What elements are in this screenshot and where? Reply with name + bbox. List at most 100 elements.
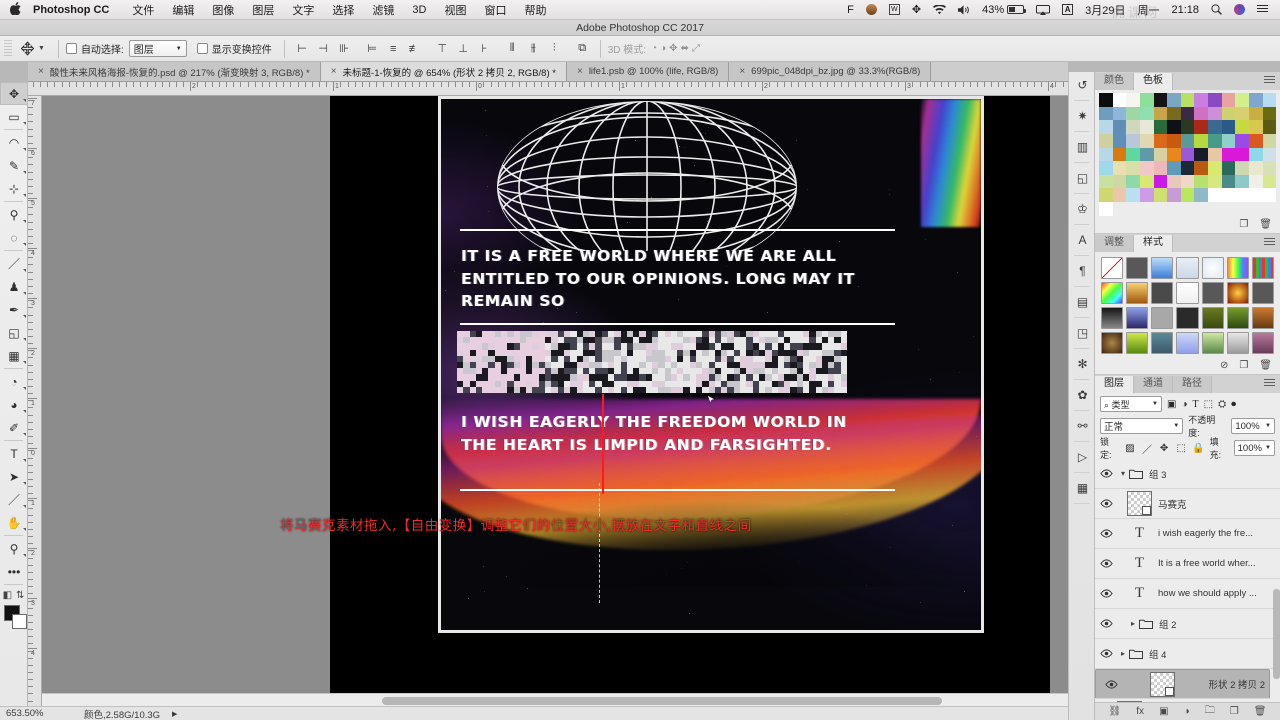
color-swatch[interactable] <box>1126 133 1140 148</box>
style-preset[interactable] <box>1251 332 1274 355</box>
color-swatch[interactable] <box>1139 93 1154 107</box>
menu-layer[interactable]: 图层 <box>243 2 283 18</box>
menu-3d[interactable]: 3D <box>403 4 435 16</box>
canvas-area[interactable]: IT IS A FREE WORLD WHERE WE ARE ALL ENTI… <box>42 96 1068 706</box>
style-preset[interactable] <box>1176 332 1199 355</box>
distribute-right-icon[interactable]: ⫶ <box>545 39 564 59</box>
distribute-vertical-center-icon[interactable]: ⊥ <box>454 39 473 59</box>
tab-color[interactable]: 颜色 <box>1095 73 1134 90</box>
color-swatch[interactable] <box>1262 174 1277 189</box>
eyedropper-tool[interactable]: ⚲ <box>0 203 28 226</box>
color-swatch[interactable] <box>1139 188 1154 202</box>
color-swatch[interactable] <box>1248 174 1263 189</box>
color-swatch[interactable] <box>1167 188 1181 202</box>
new-swatch-icon[interactable]: ❐ <box>1239 219 1248 230</box>
clear-style-icon[interactable]: ⊘ <box>1220 360 1228 371</box>
color-swatch[interactable] <box>1112 147 1127 162</box>
menu-view[interactable]: 视图 <box>435 2 475 18</box>
brush-presets-panel-icon[interactable]: ✿ <box>1069 382 1096 408</box>
style-preset[interactable] <box>1226 281 1249 304</box>
gradient-tool[interactable]: ▦ <box>0 344 28 367</box>
apple-menu-icon[interactable] <box>0 2 33 17</box>
tab-swatches[interactable]: 色板 <box>1134 73 1173 90</box>
red-guide-line[interactable] <box>602 394 604 494</box>
color-swatch[interactable] <box>1139 161 1154 175</box>
blend-mode-dropdown[interactable]: 正常 ▼ <box>1100 418 1184 435</box>
color-swatch[interactable] <box>1126 174 1140 189</box>
lock-all-icon[interactable]: 🔒 <box>1192 442 1204 455</box>
lock-artboard-icon[interactable]: ⬚ <box>1175 442 1187 455</box>
zoom-level-field[interactable]: 653.50% <box>6 708 76 719</box>
layer-row[interactable]: 马赛克 <box>1095 489 1280 520</box>
menu-type[interactable]: 文字 <box>283 2 323 18</box>
color-swatch[interactable] <box>1167 161 1181 175</box>
path-selection-tool[interactable]: ➤ <box>0 465 28 488</box>
new-group-icon[interactable]: 🗀 <box>1205 703 1215 720</box>
filter-pixel-icon[interactable]: ▣ <box>1167 399 1176 410</box>
style-preset[interactable] <box>1251 256 1274 279</box>
color-swatch[interactable] <box>1126 120 1140 134</box>
layer-thumbnail[interactable] <box>1149 671 1175 697</box>
quick-mask-icon[interactable]: ◧ <box>3 590 12 601</box>
color-swatch[interactable] <box>1167 120 1181 134</box>
headline-text-2[interactable]: I WISH EAGERLY THE FREEDOM WORLD IN THE … <box>461 411 881 456</box>
layer-row[interactable]: ▾ 组 3 <box>1095 459 1280 490</box>
color-swatch[interactable] <box>1208 174 1222 189</box>
style-preset[interactable] <box>1101 332 1124 355</box>
color-swatch[interactable] <box>1167 93 1181 107</box>
tab-channels[interactable]: 通道 <box>1134 376 1173 394</box>
lock-transparent-pixels-icon[interactable]: ▨ <box>1124 442 1136 455</box>
delete-style-icon[interactable]: 🗑 <box>1259 360 1272 371</box>
input-source-icon[interactable]: F <box>841 4 860 16</box>
color-swatch[interactable] <box>1208 120 1222 134</box>
color-swatch[interactable] <box>1112 133 1127 148</box>
color-swatch[interactable] <box>1180 161 1195 175</box>
color-swatch[interactable] <box>1221 188 1236 202</box>
color-swatch[interactable] <box>1262 188 1277 202</box>
style-preset[interactable] <box>1101 256 1124 279</box>
paragraph-panel-icon[interactable]: ¶ <box>1069 258 1096 284</box>
new-style-icon[interactable]: ❐ <box>1239 360 1248 371</box>
style-preset[interactable] <box>1151 281 1174 304</box>
color-swatch[interactable] <box>1235 174 1249 189</box>
color-swatch[interactable] <box>1235 106 1249 121</box>
filter-type-icon[interactable]: T <box>1193 399 1199 410</box>
style-preset[interactable] <box>1226 306 1249 330</box>
color-swatch[interactable] <box>1139 174 1154 189</box>
color-swatch[interactable] <box>1248 147 1263 162</box>
align-top-edges-icon[interactable]: ⊨ <box>363 39 382 59</box>
move-tool[interactable]: ✥ <box>0 82 28 105</box>
lock-position-icon[interactable]: ✥ <box>1158 442 1170 455</box>
wifi-icon[interactable] <box>927 4 952 15</box>
color-swatch[interactable] <box>1248 106 1263 121</box>
color-swatch[interactable] <box>1112 161 1127 175</box>
layer-row[interactable]: Thow we should apply ... <box>1095 579 1280 610</box>
color-swatch[interactable] <box>1208 188 1222 202</box>
edit-toolbar-button[interactable]: ••• <box>0 560 28 583</box>
color-swatch[interactable] <box>1208 93 1222 107</box>
clone-source-panel-icon[interactable]: ⚯ <box>1069 413 1096 439</box>
close-icon[interactable]: × <box>38 66 44 77</box>
color-swatch[interactable] <box>1180 188 1195 202</box>
layer-visibility-eye-icon[interactable] <box>1095 589 1117 598</box>
chevron-right-icon[interactable]: ▸ <box>1127 619 1139 628</box>
color-swatch[interactable] <box>1126 106 1140 121</box>
show-transform-controls-checkbox[interactable] <box>196 43 208 54</box>
color-swatch[interactable] <box>1180 120 1195 134</box>
color-swatch[interactable] <box>1248 161 1263 175</box>
color-swatch[interactable] <box>1099 147 1113 162</box>
brush-settings-panel-icon[interactable]: ✻ <box>1069 351 1096 377</box>
menu-edit[interactable]: 编辑 <box>163 2 203 18</box>
canvas-horizontal-scrollbar[interactable] <box>42 693 1068 706</box>
actions-panel-icon[interactable]: ▷ <box>1069 444 1096 470</box>
color-swatch[interactable] <box>1126 93 1140 107</box>
color-swatch[interactable] <box>1153 93 1168 107</box>
color-swatch[interactable] <box>1235 161 1249 175</box>
color-swatch[interactable] <box>1208 133 1222 148</box>
color-swatch[interactable] <box>1112 93 1127 107</box>
color-swatch[interactable] <box>1208 147 1222 162</box>
color-swatch[interactable] <box>1180 106 1195 121</box>
layer-style-icon[interactable]: fx <box>1136 706 1144 717</box>
distribute-horizontal-center-icon[interactable]: ⫵ <box>524 39 543 59</box>
align-right-edges-icon[interactable]: ⊪ <box>335 39 354 59</box>
